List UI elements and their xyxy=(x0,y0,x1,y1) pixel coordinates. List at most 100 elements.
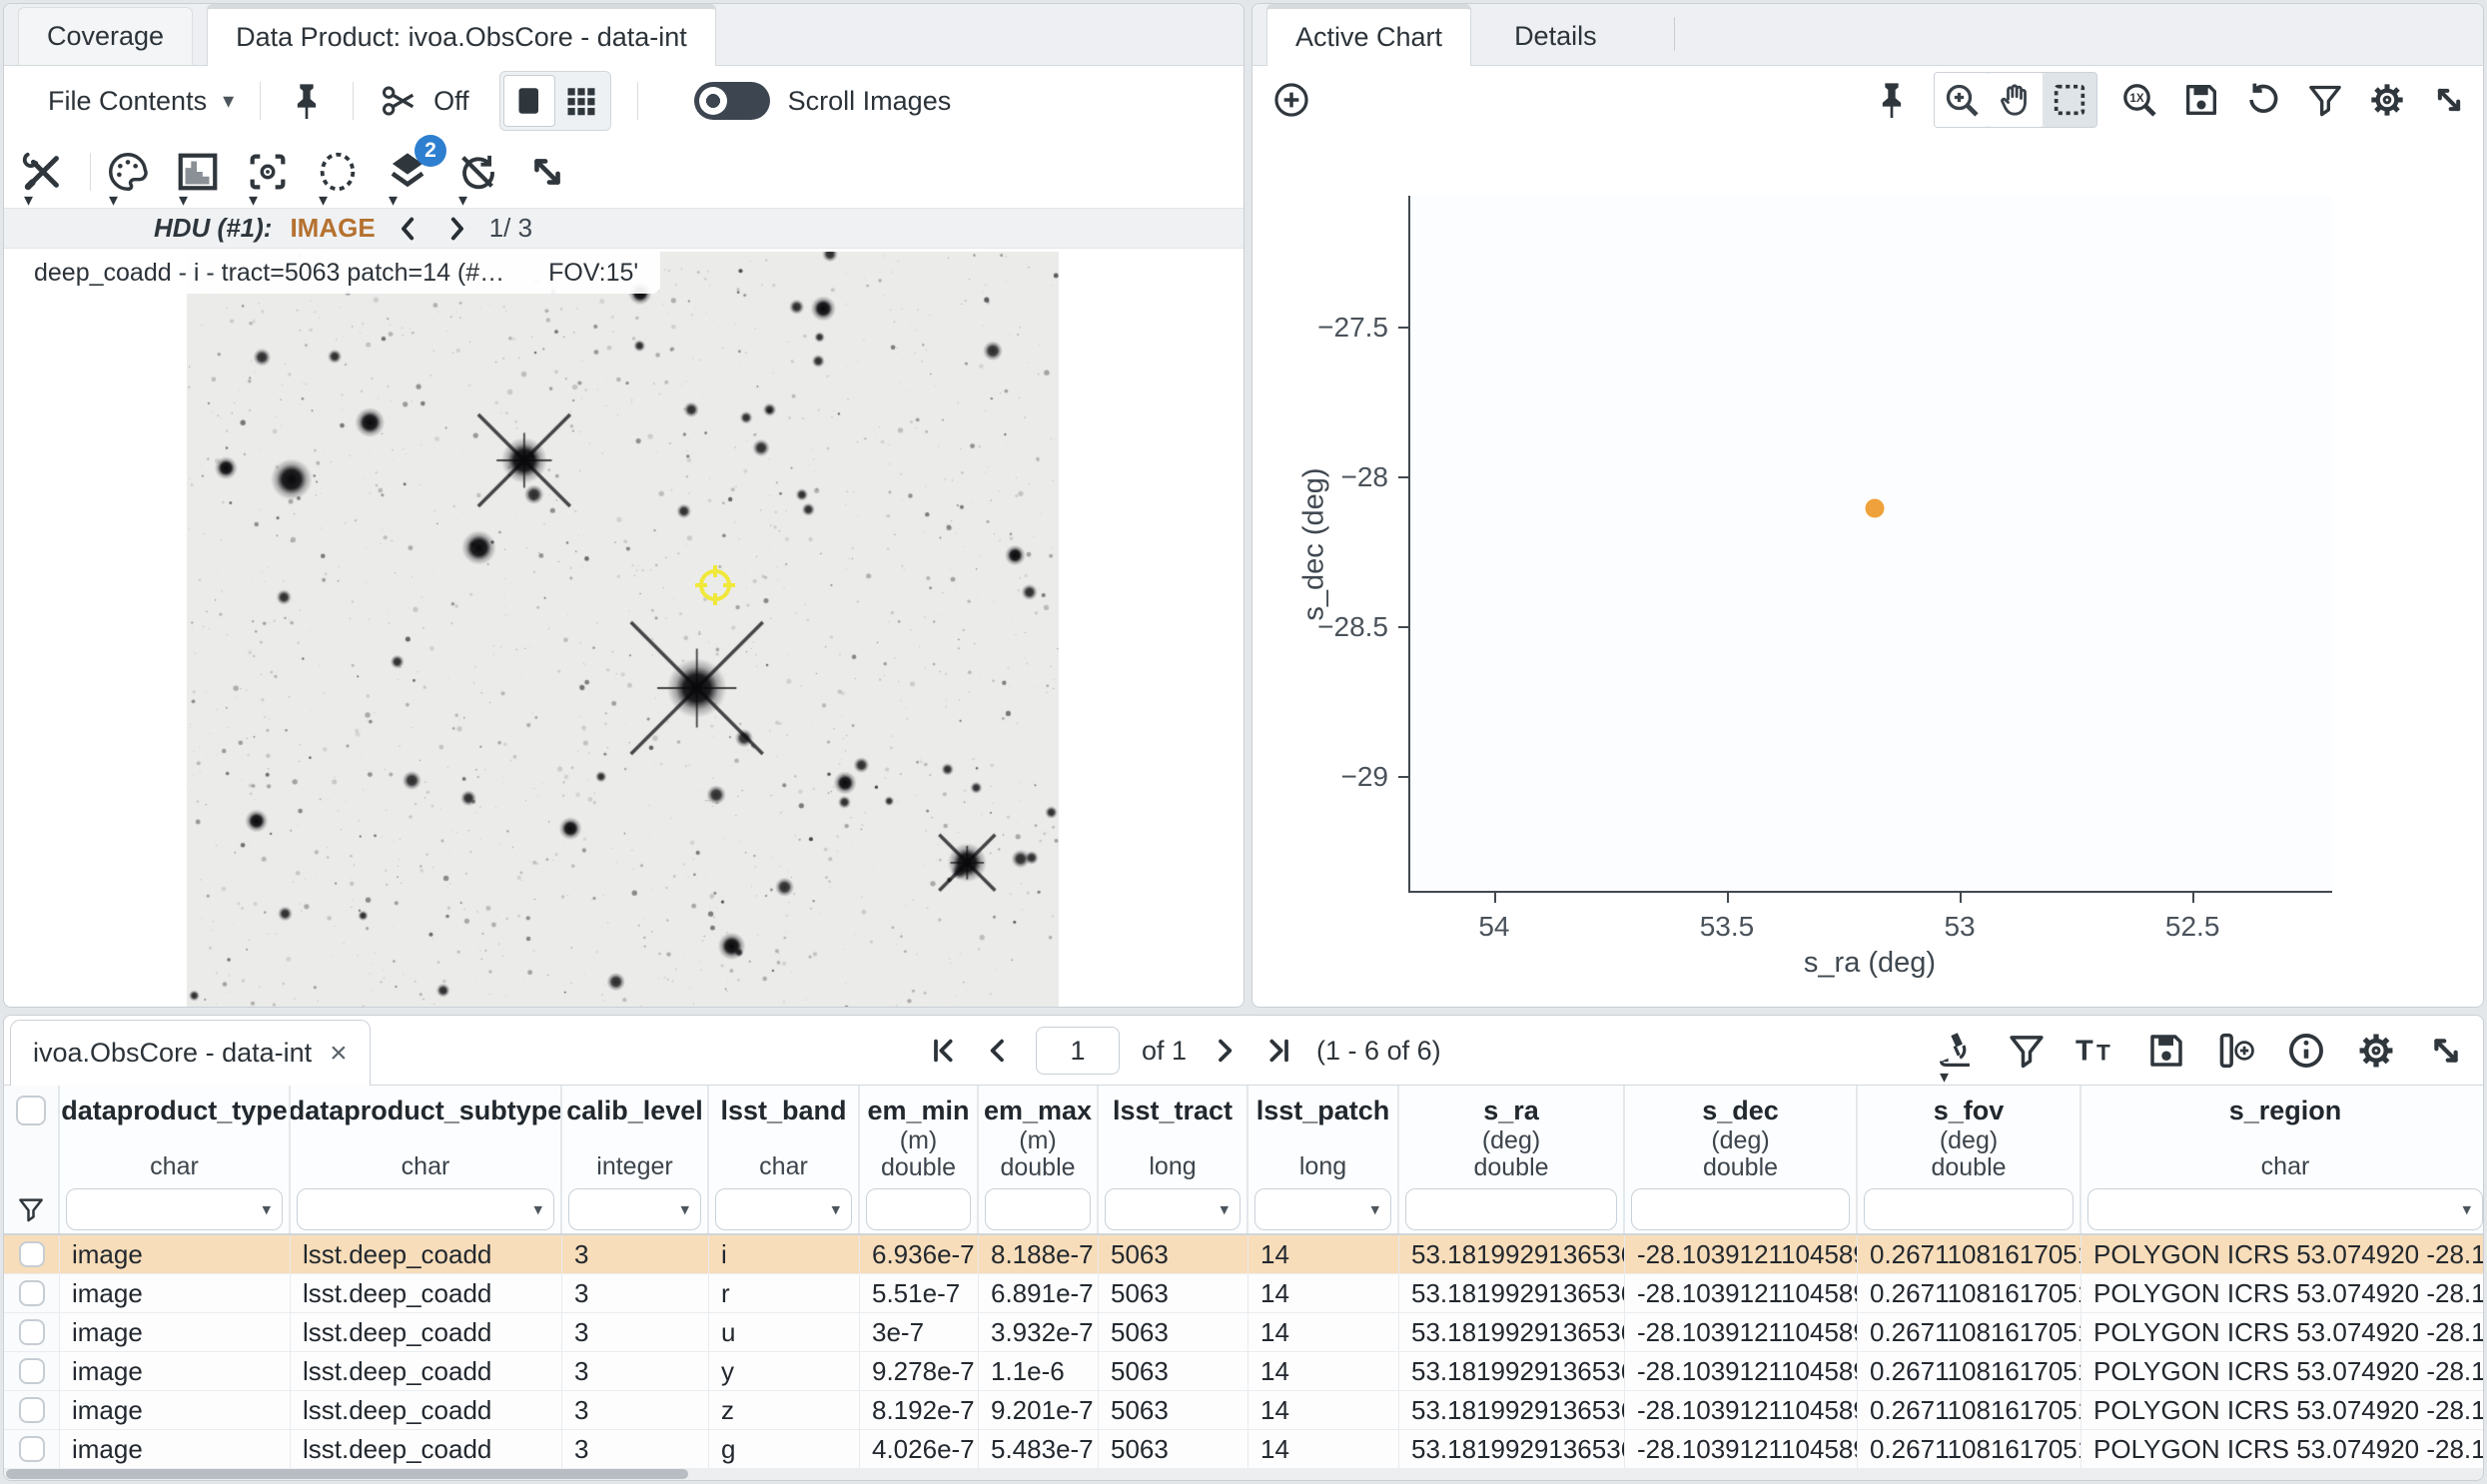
cutout-control[interactable]: Off xyxy=(380,81,469,121)
filter-cell-lsst_tract: ▾ xyxy=(1099,1185,1248,1233)
filter-input-s_region[interactable] xyxy=(2087,1188,2483,1230)
column-header-s_region[interactable]: s_regionchar xyxy=(2081,1086,2483,1185)
data-point[interactable] xyxy=(1866,499,1885,518)
tab-data-product[interactable]: Data Product: ivoa.ObsCore - data-int xyxy=(207,4,716,66)
expand-icon[interactable] xyxy=(2425,1030,2467,1072)
filter-input-em_min[interactable] xyxy=(866,1188,971,1230)
pin-icon[interactable] xyxy=(1872,80,1912,120)
chart-plot[interactable]: 5453.55352.5−27.5−28−28.5−29 xyxy=(1408,196,2332,893)
column-header-em_min[interactable]: em_min(m)double xyxy=(860,1086,979,1185)
cell-lsst_patch: 14 xyxy=(1248,1352,1399,1390)
add-chart-icon[interactable] xyxy=(1270,79,1312,121)
region-circle-icon[interactable]: ▾ xyxy=(315,149,361,195)
image-title: deep_coadd - i - tract=5063 patch=14 (#… xyxy=(34,259,504,288)
next-page-icon[interactable] xyxy=(1209,1035,1241,1067)
filter-cell-s_ra xyxy=(1399,1185,1625,1233)
column-header-dataproduct_type[interactable]: dataproduct_typechar xyxy=(60,1086,291,1185)
column-header-dataproduct_subtype[interactable]: dataproduct_subtypechar xyxy=(291,1086,562,1185)
palette-icon[interactable]: ▾ xyxy=(105,149,151,195)
grid-pane-icon[interactable] xyxy=(555,75,607,127)
prev-hdu-icon[interactable] xyxy=(394,214,423,244)
sky-image[interactable] xyxy=(187,252,1059,1007)
histogram-icon[interactable]: ▾ xyxy=(175,149,221,195)
x-axis-title: s_ra (deg) xyxy=(1804,947,1936,980)
filter-input-dataproduct_subtype[interactable] xyxy=(297,1188,554,1230)
filter-icon[interactable] xyxy=(2305,80,2345,120)
table-row[interactable]: imagelsst.deep_coadd3i6.936e-78.188e-750… xyxy=(4,1235,2483,1274)
table-row[interactable]: imagelsst.deep_coadd3y9.278e-71.1e-65063… xyxy=(4,1352,2483,1391)
chevron-down-icon: ▾ xyxy=(389,191,398,209)
select-all-checkbox[interactable] xyxy=(16,1096,46,1125)
column-header-lsst_tract[interactable]: lsst_tractlong xyxy=(1099,1086,1248,1185)
save-icon[interactable] xyxy=(2145,1030,2187,1072)
column-header-lsst_patch[interactable]: lsst_patchlong xyxy=(1248,1086,1399,1185)
cell-calib_level: 3 xyxy=(562,1235,709,1273)
obscore-table-panel: ivoa.ObsCore - data-int × of 1 (1 - 6 of… xyxy=(3,1015,2484,1481)
column-type: double xyxy=(1473,1153,1548,1180)
row-checkbox[interactable] xyxy=(19,1436,45,1462)
layers-icon[interactable]: 2▾ xyxy=(385,149,430,195)
expand-icon[interactable] xyxy=(2429,80,2469,120)
svg-text:1X: 1X xyxy=(2129,92,2143,105)
next-hdu-icon[interactable] xyxy=(441,214,471,244)
rotate-off-icon[interactable]: ▾ xyxy=(454,149,500,195)
tab-active-chart[interactable]: Active Chart xyxy=(1266,4,1471,66)
filter-cell-dataproduct_type: ▾ xyxy=(60,1185,291,1233)
row-checkbox[interactable] xyxy=(19,1280,45,1306)
center-focus-icon[interactable]: ▾ xyxy=(245,149,291,195)
close-icon[interactable]: × xyxy=(330,1039,348,1069)
column-type: double xyxy=(881,1153,956,1180)
tab-details[interactable]: Details xyxy=(1485,7,1626,65)
pan-hand-icon[interactable] xyxy=(1989,73,2043,127)
column-header-s_dec[interactable]: s_dec(deg)double xyxy=(1625,1086,1858,1185)
column-header-em_max[interactable]: em_max(m)double xyxy=(979,1086,1099,1185)
table-row[interactable]: imagelsst.deep_coadd3r5.51e-76.891e-7506… xyxy=(4,1274,2483,1313)
select-area-icon[interactable] xyxy=(2043,73,2096,127)
table-tab[interactable]: ivoa.ObsCore - data-int × xyxy=(10,1020,371,1086)
page-number-input[interactable] xyxy=(1036,1027,1120,1075)
row-checkbox[interactable] xyxy=(19,1358,45,1384)
row-checkbox[interactable] xyxy=(19,1241,45,1267)
x-tick xyxy=(1494,891,1496,903)
filter-icon[interactable] xyxy=(2006,1030,2048,1072)
zoom-in-icon[interactable] xyxy=(1935,73,1989,127)
column-header-s_ra[interactable]: s_ra(deg)double xyxy=(1399,1086,1625,1185)
filter-input-dataproduct_type[interactable] xyxy=(66,1188,283,1230)
last-page-icon[interactable] xyxy=(1262,1035,1294,1067)
row-checkbox[interactable] xyxy=(19,1397,45,1423)
column-header-s_fov[interactable]: s_fov(deg)double xyxy=(1858,1086,2081,1185)
save-icon[interactable] xyxy=(2181,80,2221,120)
analyze-microscope-icon[interactable]: ▾ xyxy=(1936,1030,1978,1072)
row-checkbox[interactable] xyxy=(19,1319,45,1345)
filter-input-s_dec[interactable] xyxy=(1631,1188,1850,1230)
info-icon[interactable] xyxy=(2285,1030,2327,1072)
table-row[interactable]: imagelsst.deep_coadd3u3e-73.932e-7506314… xyxy=(4,1313,2483,1352)
zoom-1x-icon[interactable]: 1X xyxy=(2119,80,2159,120)
file-contents-dropdown[interactable]: File Contents ▾ xyxy=(48,86,234,117)
first-page-icon[interactable] xyxy=(928,1035,960,1067)
add-column-icon[interactable] xyxy=(2215,1030,2257,1072)
table-row[interactable]: imagelsst.deep_coadd3g4.026e-75.483e-750… xyxy=(4,1430,2483,1468)
column-header-calib_level[interactable]: calib_levelinteger xyxy=(562,1086,709,1185)
filter-input-em_max[interactable] xyxy=(985,1188,1091,1230)
image-viewer[interactable]: deep_coadd - i - tract=5063 patch=14 (#…… xyxy=(4,250,1244,1007)
filter-icon[interactable] xyxy=(4,1185,60,1233)
column-header-lsst_band[interactable]: lsst_bandchar xyxy=(709,1086,860,1185)
pin-icon[interactable] xyxy=(287,81,327,121)
prev-page-icon[interactable] xyxy=(982,1035,1014,1067)
tools-icon[interactable]: ▾ xyxy=(20,149,66,195)
filter-cell-em_max xyxy=(979,1185,1099,1233)
filter-input-s_ra[interactable] xyxy=(1405,1188,1617,1230)
scroll-images-toggle[interactable] xyxy=(694,82,770,120)
settings-gear-icon[interactable] xyxy=(2367,80,2407,120)
text-options-icon[interactable]: TT xyxy=(2075,1030,2117,1072)
scrollbar-thumb[interactable] xyxy=(6,1469,688,1479)
table-row[interactable]: imagelsst.deep_coadd3z8.192e-79.201e-750… xyxy=(4,1391,2483,1430)
tab-coverage[interactable]: Coverage xyxy=(18,7,193,65)
single-pane-icon[interactable] xyxy=(503,75,555,127)
restore-icon[interactable] xyxy=(2243,80,2283,120)
chevron-down-icon: ▾ xyxy=(1220,1201,1229,1218)
expand-icon[interactable] xyxy=(524,149,570,195)
settings-gear-icon[interactable] xyxy=(2355,1030,2397,1072)
filter-input-s_fov[interactable] xyxy=(1864,1188,2073,1230)
